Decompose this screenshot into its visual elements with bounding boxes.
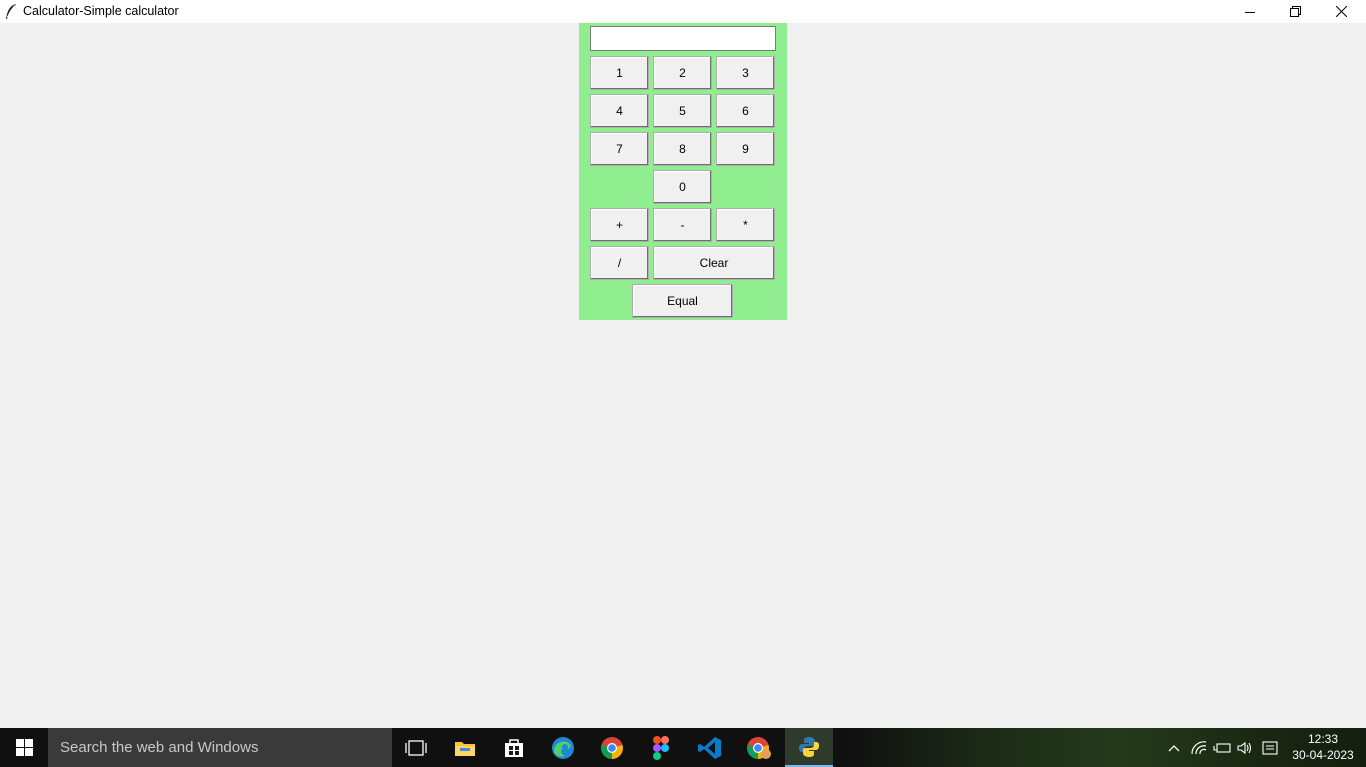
restore-button[interactable] bbox=[1272, 0, 1318, 23]
title-bar: Calculator-Simple calculator bbox=[0, 0, 1366, 23]
edge-icon[interactable] bbox=[539, 728, 587, 767]
button-6[interactable]: 6 bbox=[716, 94, 775, 128]
wifi-icon[interactable] bbox=[1188, 728, 1210, 767]
close-button[interactable] bbox=[1318, 0, 1364, 23]
chrome-icon[interactable] bbox=[588, 728, 636, 767]
button-1[interactable]: 1 bbox=[590, 56, 649, 90]
button-4[interactable]: 4 bbox=[590, 94, 649, 128]
action-center-icon[interactable] bbox=[1259, 728, 1281, 767]
file-explorer-icon[interactable] bbox=[441, 728, 489, 767]
store-icon[interactable] bbox=[490, 728, 538, 767]
button-2[interactable]: 2 bbox=[653, 56, 712, 90]
volume-icon[interactable] bbox=[1234, 728, 1256, 767]
clock-date: 30-04-2023 bbox=[1292, 748, 1354, 762]
start-button[interactable] bbox=[0, 728, 48, 767]
button-9[interactable]: 9 bbox=[716, 132, 775, 166]
plus-button[interactable]: + bbox=[590, 208, 649, 242]
calculator-panel: 1 2 3 4 5 6 7 8 9 0 + - * / Clear Equal bbox=[579, 23, 787, 320]
taskbar-clock[interactable]: 12:33 30-04-2023 bbox=[1288, 731, 1358, 763]
windows-logo-icon bbox=[15, 739, 33, 756]
close-icon bbox=[1335, 6, 1347, 17]
button-0[interactable]: 0 bbox=[653, 170, 712, 204]
button-5[interactable]: 5 bbox=[653, 94, 712, 128]
figma-icon[interactable] bbox=[637, 728, 685, 767]
taskbar: Search the web and Windows 12:33 30-04-2… bbox=[0, 728, 1366, 767]
clock-time: 12:33 bbox=[1307, 732, 1339, 746]
button-7[interactable]: 7 bbox=[590, 132, 649, 166]
feather-icon bbox=[6, 3, 16, 19]
search-placeholder: Search the web and Windows bbox=[60, 739, 259, 756]
search-box[interactable]: Search the web and Windows bbox=[48, 728, 392, 767]
divide-button[interactable]: / bbox=[590, 246, 649, 280]
window-title: Calculator-Simple calculator bbox=[23, 4, 179, 18]
multiply-button[interactable]: * bbox=[716, 208, 775, 242]
button-8[interactable]: 8 bbox=[653, 132, 712, 166]
minus-button[interactable]: - bbox=[653, 208, 712, 242]
chevron-up-icon[interactable] bbox=[1164, 728, 1184, 767]
chrome-profile-icon[interactable] bbox=[735, 728, 783, 767]
clear-button[interactable]: Clear bbox=[653, 246, 775, 280]
battery-icon[interactable] bbox=[1211, 728, 1233, 767]
minimize-button[interactable] bbox=[1227, 0, 1273, 23]
equal-button[interactable]: Equal bbox=[632, 284, 733, 318]
python-icon[interactable] bbox=[785, 728, 833, 767]
button-3[interactable]: 3 bbox=[716, 56, 775, 90]
vscode-icon[interactable] bbox=[686, 728, 734, 767]
restore-icon bbox=[1289, 6, 1301, 17]
minimize-icon bbox=[1245, 11, 1255, 13]
task-view-icon[interactable] bbox=[392, 728, 440, 767]
calculator-display[interactable] bbox=[590, 26, 776, 51]
